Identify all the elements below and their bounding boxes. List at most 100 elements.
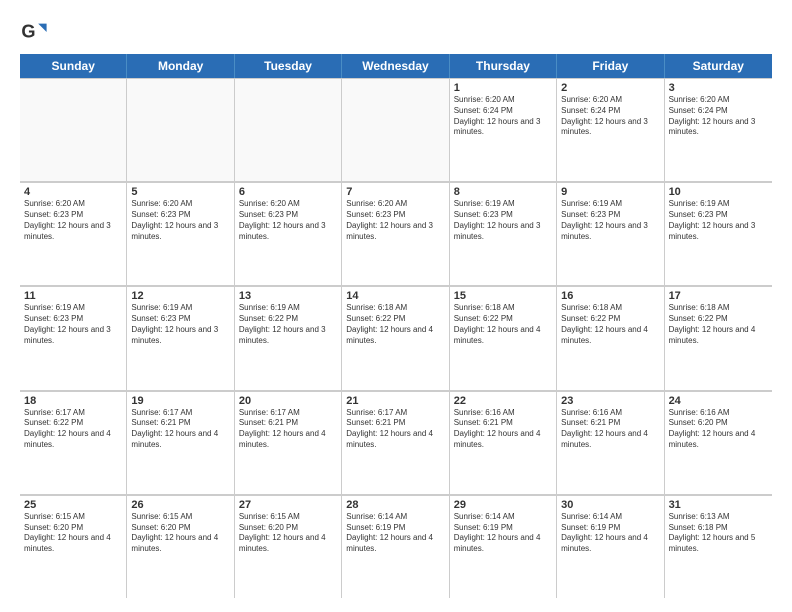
calendar-cell: 7Sunrise: 6:20 AMSunset: 6:23 PMDaylight… [342,182,449,285]
cell-day-number: 27 [239,499,337,511]
cell-info: Sunrise: 6:20 AMSunset: 6:24 PMDaylight:… [561,95,659,138]
calendar-cell: 16Sunrise: 6:18 AMSunset: 6:22 PMDayligh… [557,286,664,389]
cell-info: Sunrise: 6:15 AMSunset: 6:20 PMDaylight:… [131,512,229,555]
calendar-cell: 26Sunrise: 6:15 AMSunset: 6:20 PMDayligh… [127,495,234,598]
cell-info: Sunrise: 6:16 AMSunset: 6:21 PMDaylight:… [561,408,659,451]
calendar-cell: 2Sunrise: 6:20 AMSunset: 6:24 PMDaylight… [557,78,664,181]
cell-day-number: 25 [24,499,122,511]
cell-day-number: 29 [454,499,552,511]
calendar-cell: 28Sunrise: 6:14 AMSunset: 6:19 PMDayligh… [342,495,449,598]
calendar-body: 1Sunrise: 6:20 AMSunset: 6:24 PMDaylight… [20,78,772,598]
calendar-cell: 31Sunrise: 6:13 AMSunset: 6:18 PMDayligh… [665,495,772,598]
cell-day-number: 30 [561,499,659,511]
calendar-cell [20,78,127,181]
calendar-cell: 25Sunrise: 6:15 AMSunset: 6:20 PMDayligh… [20,495,127,598]
cell-day-number: 15 [454,290,552,302]
cell-day-number: 10 [669,186,768,198]
calendar-cell: 14Sunrise: 6:18 AMSunset: 6:22 PMDayligh… [342,286,449,389]
cell-info: Sunrise: 6:14 AMSunset: 6:19 PMDaylight:… [561,512,659,555]
cell-info: Sunrise: 6:17 AMSunset: 6:21 PMDaylight:… [346,408,444,451]
cell-info: Sunrise: 6:18 AMSunset: 6:22 PMDaylight:… [454,303,552,346]
cell-info: Sunrise: 6:15 AMSunset: 6:20 PMDaylight:… [24,512,122,555]
cell-info: Sunrise: 6:16 AMSunset: 6:20 PMDaylight:… [669,408,768,451]
calendar-cell [127,78,234,181]
cell-info: Sunrise: 6:18 AMSunset: 6:22 PMDaylight:… [669,303,768,346]
calendar-header-sunday: Sunday [20,54,127,78]
cell-info: Sunrise: 6:19 AMSunset: 6:23 PMDaylight:… [131,303,229,346]
cell-day-number: 7 [346,186,444,198]
calendar-cell: 18Sunrise: 6:17 AMSunset: 6:22 PMDayligh… [20,391,127,494]
calendar-header-wednesday: Wednesday [342,54,449,78]
cell-day-number: 6 [239,186,337,198]
cell-day-number: 28 [346,499,444,511]
calendar: SundayMondayTuesdayWednesdayThursdayFrid… [20,54,772,598]
cell-day-number: 22 [454,395,552,407]
cell-day-number: 23 [561,395,659,407]
cell-day-number: 31 [669,499,768,511]
cell-info: Sunrise: 6:19 AMSunset: 6:23 PMDaylight:… [24,303,122,346]
cell-info: Sunrise: 6:18 AMSunset: 6:22 PMDaylight:… [561,303,659,346]
calendar-cell: 3Sunrise: 6:20 AMSunset: 6:24 PMDaylight… [665,78,772,181]
cell-day-number: 3 [669,82,768,94]
calendar-cell: 27Sunrise: 6:15 AMSunset: 6:20 PMDayligh… [235,495,342,598]
calendar-cell: 19Sunrise: 6:17 AMSunset: 6:21 PMDayligh… [127,391,234,494]
calendar-cell: 11Sunrise: 6:19 AMSunset: 6:23 PMDayligh… [20,286,127,389]
cell-info: Sunrise: 6:20 AMSunset: 6:23 PMDaylight:… [239,199,337,242]
calendar-cell: 23Sunrise: 6:16 AMSunset: 6:21 PMDayligh… [557,391,664,494]
cell-day-number: 8 [454,186,552,198]
cell-day-number: 12 [131,290,229,302]
calendar-cell: 30Sunrise: 6:14 AMSunset: 6:19 PMDayligh… [557,495,664,598]
cell-day-number: 20 [239,395,337,407]
cell-day-number: 11 [24,290,122,302]
cell-info: Sunrise: 6:19 AMSunset: 6:23 PMDaylight:… [669,199,768,242]
cell-day-number: 4 [24,186,122,198]
calendar-header-saturday: Saturday [665,54,772,78]
calendar-cell: 17Sunrise: 6:18 AMSunset: 6:22 PMDayligh… [665,286,772,389]
calendar-cell: 13Sunrise: 6:19 AMSunset: 6:22 PMDayligh… [235,286,342,389]
cell-info: Sunrise: 6:20 AMSunset: 6:24 PMDaylight:… [669,95,768,138]
page-header: G [20,18,772,46]
cell-day-number: 24 [669,395,768,407]
cell-info: Sunrise: 6:16 AMSunset: 6:21 PMDaylight:… [454,408,552,451]
calendar-cell: 29Sunrise: 6:14 AMSunset: 6:19 PMDayligh… [450,495,557,598]
calendar-week-5: 25Sunrise: 6:15 AMSunset: 6:20 PMDayligh… [20,495,772,598]
cell-day-number: 13 [239,290,337,302]
logo: G [20,18,52,46]
cell-day-number: 26 [131,499,229,511]
calendar-cell: 12Sunrise: 6:19 AMSunset: 6:23 PMDayligh… [127,286,234,389]
cell-info: Sunrise: 6:17 AMSunset: 6:21 PMDaylight:… [239,408,337,451]
cell-info: Sunrise: 6:17 AMSunset: 6:22 PMDaylight:… [24,408,122,451]
cell-day-number: 14 [346,290,444,302]
cell-info: Sunrise: 6:20 AMSunset: 6:23 PMDaylight:… [346,199,444,242]
cell-info: Sunrise: 6:15 AMSunset: 6:20 PMDaylight:… [239,512,337,555]
calendar-cell: 6Sunrise: 6:20 AMSunset: 6:23 PMDaylight… [235,182,342,285]
cell-info: Sunrise: 6:14 AMSunset: 6:19 PMDaylight:… [454,512,552,555]
calendar-header: SundayMondayTuesdayWednesdayThursdayFrid… [20,54,772,78]
cell-info: Sunrise: 6:19 AMSunset: 6:22 PMDaylight:… [239,303,337,346]
cell-day-number: 21 [346,395,444,407]
cell-info: Sunrise: 6:20 AMSunset: 6:23 PMDaylight:… [24,199,122,242]
logo-icon: G [20,18,48,46]
calendar-cell: 4Sunrise: 6:20 AMSunset: 6:23 PMDaylight… [20,182,127,285]
calendar-cell [342,78,449,181]
cell-day-number: 19 [131,395,229,407]
cell-info: Sunrise: 6:14 AMSunset: 6:19 PMDaylight:… [346,512,444,555]
cell-day-number: 5 [131,186,229,198]
calendar-cell: 15Sunrise: 6:18 AMSunset: 6:22 PMDayligh… [450,286,557,389]
cell-day-number: 16 [561,290,659,302]
calendar-cell: 24Sunrise: 6:16 AMSunset: 6:20 PMDayligh… [665,391,772,494]
calendar-cell: 1Sunrise: 6:20 AMSunset: 6:24 PMDaylight… [450,78,557,181]
cell-day-number: 1 [454,82,552,94]
calendar-cell: 20Sunrise: 6:17 AMSunset: 6:21 PMDayligh… [235,391,342,494]
calendar-header-thursday: Thursday [450,54,557,78]
cell-info: Sunrise: 6:13 AMSunset: 6:18 PMDaylight:… [669,512,768,555]
cell-day-number: 17 [669,290,768,302]
cell-info: Sunrise: 6:19 AMSunset: 6:23 PMDaylight:… [561,199,659,242]
cell-day-number: 2 [561,82,659,94]
cell-info: Sunrise: 6:17 AMSunset: 6:21 PMDaylight:… [131,408,229,451]
calendar-header-tuesday: Tuesday [235,54,342,78]
cell-info: Sunrise: 6:20 AMSunset: 6:24 PMDaylight:… [454,95,552,138]
cell-info: Sunrise: 6:20 AMSunset: 6:23 PMDaylight:… [131,199,229,242]
svg-text:G: G [21,22,35,42]
calendar-cell: 10Sunrise: 6:19 AMSunset: 6:23 PMDayligh… [665,182,772,285]
